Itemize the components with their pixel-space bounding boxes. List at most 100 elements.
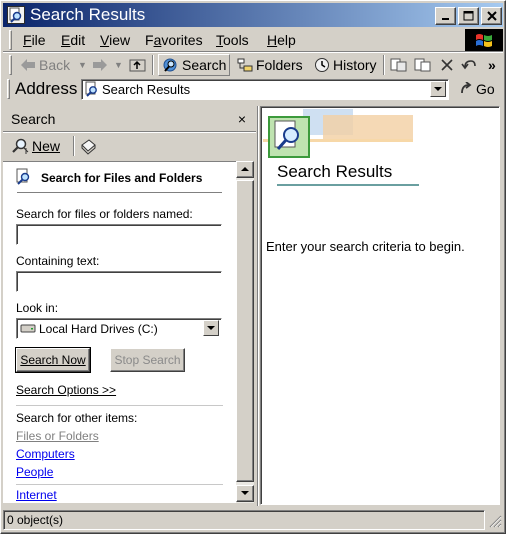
move-to-button[interactable] <box>390 54 408 76</box>
menu-file-accesskey: F <box>23 32 32 48</box>
search-button[interactable]: Search <box>158 54 231 76</box>
back-arrow-icon <box>21 59 35 71</box>
up-folder-icon <box>129 59 146 72</box>
files-or-folders-link[interactable]: Files or Folders <box>16 429 99 443</box>
toolbar-separator <box>383 55 385 75</box>
delete-x-icon <box>441 59 453 71</box>
back-dropdown[interactable]: ▼ <box>78 54 87 76</box>
search-pane-header: Search × <box>3 106 256 132</box>
menu-view-label-post: iew <box>109 32 131 48</box>
menu-tools-label-post: ools <box>223 32 249 48</box>
delete-button[interactable] <box>440 54 454 76</box>
search-form: Search for Files and Folders Search for … <box>3 161 236 503</box>
section-underline <box>17 192 222 193</box>
stop-search-label: Stop Search <box>114 353 181 367</box>
close-window-button[interactable] <box>481 7 502 25</box>
divider <box>16 405 223 406</box>
chevron-up-icon <box>241 167 249 171</box>
menu-view-accesskey: V <box>100 32 110 48</box>
standard-toolbar: Back ▼ ▼ Search Folders History » <box>3 54 503 76</box>
forward-button[interactable] <box>92 54 108 76</box>
pane-toolbar-separator <box>73 136 75 156</box>
back-label: Back <box>39 57 71 73</box>
address-field[interactable]: Search Results <box>81 79 449 100</box>
search-files-icon <box>16 168 30 185</box>
chevron-down-icon <box>434 86 442 91</box>
menu-favorites[interactable]: Favorites <box>144 31 204 49</box>
address-label: Address <box>15 79 78 98</box>
scroll-up-button[interactable] <box>236 161 254 178</box>
search-options-menu-button[interactable] <box>79 137 97 158</box>
new-search-icon <box>12 138 29 154</box>
look-in-value: Local Hard Drives (C:) <box>39 322 158 336</box>
chevron-down-icon <box>207 325 215 330</box>
menu-edit[interactable]: Edit <box>60 31 86 49</box>
computers-link[interactable]: Computers <box>16 447 75 461</box>
address-bar-grip[interactable] <box>7 79 10 99</box>
internet-link[interactable]: Internet <box>16 488 57 502</box>
chevron-down-icon: ▼ <box>114 60 123 70</box>
containing-text-label: Containing text: <box>16 254 100 268</box>
copy-to-button[interactable] <box>414 54 432 76</box>
resize-grip-icon[interactable] <box>489 515 502 528</box>
look-in-dropdown-button[interactable] <box>203 320 219 336</box>
history-button[interactable]: History <box>314 54 377 76</box>
minimize-button[interactable] <box>435 7 456 25</box>
back-button[interactable]: Back <box>20 54 70 76</box>
menu-tools-accesskey: T <box>216 32 223 48</box>
search-pane-close-button[interactable]: × <box>238 106 246 132</box>
search-label: Search <box>182 57 227 73</box>
people-link[interactable]: People <box>16 465 53 479</box>
address-dropdown-button[interactable] <box>430 81 446 97</box>
new-search-button[interactable]: New <box>11 137 60 155</box>
search-pane-title: Search <box>11 111 56 127</box>
forward-dropdown[interactable]: ▼ <box>114 54 123 76</box>
toolbar-grip[interactable] <box>9 55 12 75</box>
menu-help[interactable]: Help <box>266 31 297 49</box>
maximize-button[interactable] <box>458 7 479 25</box>
menu-file-label-post: ile <box>31 32 46 48</box>
toolbar-overflow[interactable]: » <box>488 54 496 76</box>
results-title-underline <box>277 184 419 186</box>
hard-drive-icon <box>20 324 36 333</box>
windows-logo <box>465 29 503 51</box>
menu-file[interactable]: File <box>22 31 47 49</box>
menu-edit-accesskey: E <box>61 32 71 48</box>
scroll-down-button[interactable] <box>236 485 254 502</box>
stop-search-button[interactable]: Stop Search <box>110 348 185 372</box>
search-pane-toolbar: New <box>3 134 256 160</box>
undo-icon <box>461 60 476 70</box>
folders-button[interactable]: Folders <box>237 54 303 76</box>
search-options-link[interactable]: Search Options >> <box>16 383 116 397</box>
containing-text-input[interactable] <box>16 271 222 292</box>
menu-view[interactable]: View <box>99 31 131 49</box>
look-in-label: Look in: <box>16 301 59 315</box>
menu-tools[interactable]: Tools <box>215 31 250 49</box>
menu-help-accesskey: H <box>267 32 278 48</box>
search-now-button[interactable]: Search Now <box>15 347 91 373</box>
look-in-select[interactable]: Local Hard Drives (C:) <box>16 318 222 339</box>
search-pane: Search × New Search for Files and Folder… <box>3 106 256 508</box>
menu-favorites-label-post: vorites <box>161 32 203 48</box>
named-input[interactable] <box>16 224 222 245</box>
results-message: Enter your search criteria to begin. <box>266 239 465 254</box>
book-icon <box>81 139 96 155</box>
address-value: Search Results <box>102 82 191 97</box>
go-button[interactable]: Go <box>459 79 495 99</box>
chevron-down-icon <box>241 491 249 495</box>
title-bar[interactable]: Search Results <box>3 3 503 27</box>
up-folder-button[interactable] <box>129 54 147 76</box>
menu-bar-grip[interactable] <box>9 30 12 50</box>
undo-button[interactable] <box>461 54 477 76</box>
pane-splitter[interactable] <box>257 106 259 506</box>
go-arrow-icon <box>461 82 472 94</box>
new-search-label: New <box>32 138 61 154</box>
menu-help-label-post: elp <box>277 32 296 48</box>
search-window-icon <box>7 6 25 24</box>
search-globe-icon <box>163 58 177 72</box>
scrollbar-thumb[interactable] <box>236 180 254 482</box>
search-pane-scrollbar[interactable] <box>236 161 254 503</box>
search-now-label: Search Now <box>20 353 86 367</box>
search-results-banner-icon <box>263 109 413 158</box>
window-title: Search Results <box>30 5 146 24</box>
